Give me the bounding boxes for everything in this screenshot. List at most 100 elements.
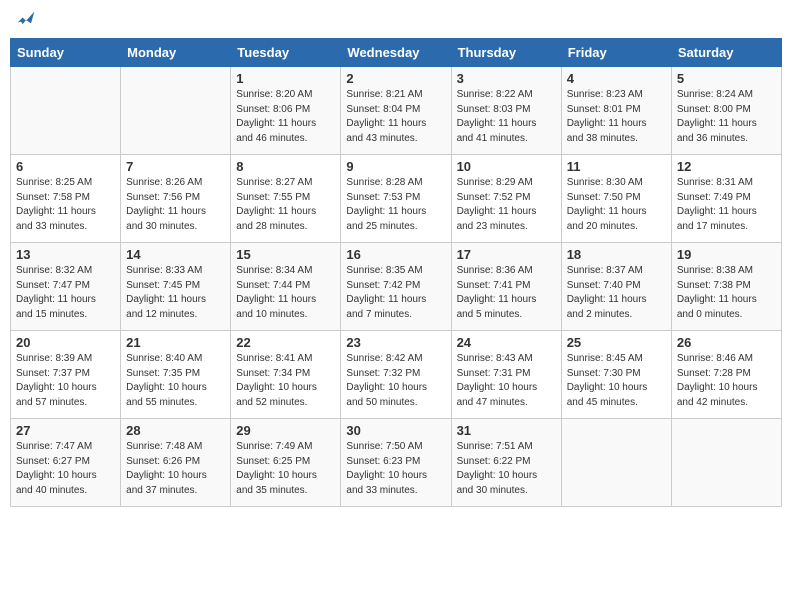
calendar-cell: 12 Sunrise: 8:31 AM Sunset: 7:49 PM Dayli… bbox=[671, 155, 781, 243]
calendar-cell: 13 Sunrise: 8:32 AM Sunset: 7:47 PM Dayli… bbox=[11, 243, 121, 331]
day-number: 23 bbox=[346, 335, 445, 350]
calendar-cell: 7 Sunrise: 8:26 AM Sunset: 7:56 PM Daylig… bbox=[121, 155, 231, 243]
calendar-cell: 3 Sunrise: 8:22 AM Sunset: 8:03 PM Daylig… bbox=[451, 67, 561, 155]
day-info: Sunrise: 8:46 AM Sunset: 7:28 PM Dayligh… bbox=[677, 352, 776, 410]
day-number: 11 bbox=[567, 159, 666, 174]
calendar-cell bbox=[671, 419, 781, 507]
day-number: 6 bbox=[16, 159, 115, 174]
day-info: Sunrise: 8:20 AM Sunset: 8:06 PM Dayligh… bbox=[236, 88, 335, 146]
day-info: Sunrise: 8:31 AM Sunset: 7:49 PM Dayligh… bbox=[677, 176, 776, 234]
day-number: 26 bbox=[677, 335, 776, 350]
day-info: Sunrise: 8:43 AM Sunset: 7:31 PM Dayligh… bbox=[457, 352, 556, 410]
day-number: 9 bbox=[346, 159, 445, 174]
day-info: Sunrise: 8:40 AM Sunset: 7:35 PM Dayligh… bbox=[126, 352, 225, 410]
weekday-header-sunday: Sunday bbox=[11, 39, 121, 67]
day-info: Sunrise: 8:24 AM Sunset: 8:00 PM Dayligh… bbox=[677, 88, 776, 146]
weekday-header-wednesday: Wednesday bbox=[341, 39, 451, 67]
day-number: 4 bbox=[567, 71, 666, 86]
day-number: 14 bbox=[126, 247, 225, 262]
calendar-cell bbox=[561, 419, 671, 507]
day-info: Sunrise: 8:39 AM Sunset: 7:37 PM Dayligh… bbox=[16, 352, 115, 410]
day-number: 21 bbox=[126, 335, 225, 350]
day-number: 22 bbox=[236, 335, 335, 350]
calendar-cell: 22 Sunrise: 8:41 AM Sunset: 7:34 PM Dayli… bbox=[231, 331, 341, 419]
day-info: Sunrise: 8:33 AM Sunset: 7:45 PM Dayligh… bbox=[126, 264, 225, 322]
day-number: 5 bbox=[677, 71, 776, 86]
day-info: Sunrise: 8:26 AM Sunset: 7:56 PM Dayligh… bbox=[126, 176, 225, 234]
day-number: 15 bbox=[236, 247, 335, 262]
day-info: Sunrise: 8:41 AM Sunset: 7:34 PM Dayligh… bbox=[236, 352, 335, 410]
day-number: 13 bbox=[16, 247, 115, 262]
weekday-header-thursday: Thursday bbox=[451, 39, 561, 67]
calendar-cell: 9 Sunrise: 8:28 AM Sunset: 7:53 PM Daylig… bbox=[341, 155, 451, 243]
calendar-cell: 1 Sunrise: 8:20 AM Sunset: 8:06 PM Daylig… bbox=[231, 67, 341, 155]
calendar-cell: 29 Sunrise: 7:49 AM Sunset: 6:25 PM Dayli… bbox=[231, 419, 341, 507]
day-number: 31 bbox=[457, 423, 556, 438]
day-info: Sunrise: 8:32 AM Sunset: 7:47 PM Dayligh… bbox=[16, 264, 115, 322]
day-number: 24 bbox=[457, 335, 556, 350]
calendar-cell: 26 Sunrise: 8:46 AM Sunset: 7:28 PM Dayli… bbox=[671, 331, 781, 419]
day-number: 18 bbox=[567, 247, 666, 262]
day-number: 3 bbox=[457, 71, 556, 86]
day-info: Sunrise: 8:29 AM Sunset: 7:52 PM Dayligh… bbox=[457, 176, 556, 234]
day-info: Sunrise: 7:49 AM Sunset: 6:25 PM Dayligh… bbox=[236, 440, 335, 498]
calendar-cell: 11 Sunrise: 8:30 AM Sunset: 7:50 PM Dayli… bbox=[561, 155, 671, 243]
weekday-header-monday: Monday bbox=[121, 39, 231, 67]
day-info: Sunrise: 8:23 AM Sunset: 8:01 PM Dayligh… bbox=[567, 88, 666, 146]
day-number: 8 bbox=[236, 159, 335, 174]
calendar-cell bbox=[11, 67, 121, 155]
day-number: 12 bbox=[677, 159, 776, 174]
day-info: Sunrise: 8:38 AM Sunset: 7:38 PM Dayligh… bbox=[677, 264, 776, 322]
calendar-cell: 21 Sunrise: 8:40 AM Sunset: 7:35 PM Dayli… bbox=[121, 331, 231, 419]
calendar-cell: 10 Sunrise: 8:29 AM Sunset: 7:52 PM Dayli… bbox=[451, 155, 561, 243]
day-number: 27 bbox=[16, 423, 115, 438]
day-number: 25 bbox=[567, 335, 666, 350]
day-info: Sunrise: 7:51 AM Sunset: 6:22 PM Dayligh… bbox=[457, 440, 556, 498]
day-info: Sunrise: 8:42 AM Sunset: 7:32 PM Dayligh… bbox=[346, 352, 445, 410]
calendar-cell: 17 Sunrise: 8:36 AM Sunset: 7:41 PM Dayli… bbox=[451, 243, 561, 331]
day-number: 16 bbox=[346, 247, 445, 262]
calendar-cell: 31 Sunrise: 7:51 AM Sunset: 6:22 PM Dayli… bbox=[451, 419, 561, 507]
calendar-cell: 20 Sunrise: 8:39 AM Sunset: 7:37 PM Dayli… bbox=[11, 331, 121, 419]
calendar-cell: 25 Sunrise: 8:45 AM Sunset: 7:30 PM Dayli… bbox=[561, 331, 671, 419]
calendar-cell: 19 Sunrise: 8:38 AM Sunset: 7:38 PM Dayli… bbox=[671, 243, 781, 331]
calendar-cell: 8 Sunrise: 8:27 AM Sunset: 7:55 PM Daylig… bbox=[231, 155, 341, 243]
calendar-cell: 24 Sunrise: 8:43 AM Sunset: 7:31 PM Dayli… bbox=[451, 331, 561, 419]
calendar-cell: 23 Sunrise: 8:42 AM Sunset: 7:32 PM Dayli… bbox=[341, 331, 451, 419]
day-info: Sunrise: 8:22 AM Sunset: 8:03 PM Dayligh… bbox=[457, 88, 556, 146]
day-info: Sunrise: 8:30 AM Sunset: 7:50 PM Dayligh… bbox=[567, 176, 666, 234]
day-number: 20 bbox=[16, 335, 115, 350]
calendar-cell: 4 Sunrise: 8:23 AM Sunset: 8:01 PM Daylig… bbox=[561, 67, 671, 155]
day-info: Sunrise: 7:48 AM Sunset: 6:26 PM Dayligh… bbox=[126, 440, 225, 498]
day-number: 19 bbox=[677, 247, 776, 262]
calendar-cell: 5 Sunrise: 8:24 AM Sunset: 8:00 PM Daylig… bbox=[671, 67, 781, 155]
day-info: Sunrise: 8:25 AM Sunset: 7:58 PM Dayligh… bbox=[16, 176, 115, 234]
day-number: 17 bbox=[457, 247, 556, 262]
calendar-cell bbox=[121, 67, 231, 155]
logo bbox=[14, 10, 36, 30]
weekday-header-tuesday: Tuesday bbox=[231, 39, 341, 67]
weekday-header-saturday: Saturday bbox=[671, 39, 781, 67]
day-number: 29 bbox=[236, 423, 335, 438]
calendar-cell: 15Sunrise: 8:34 AM Sunset: 7:44 PM Dayli… bbox=[231, 243, 341, 331]
day-number: 2 bbox=[346, 71, 445, 86]
day-info: Sunrise: 8:36 AM Sunset: 7:41 PM Dayligh… bbox=[457, 264, 556, 322]
day-number: 1 bbox=[236, 71, 335, 86]
calendar-table: SundayMondayTuesdayWednesdayThursdayFrid… bbox=[10, 38, 782, 507]
calendar-cell: 6 Sunrise: 8:25 AM Sunset: 7:58 PM Daylig… bbox=[11, 155, 121, 243]
calendar-cell: 28Sunrise: 7:48 AM Sunset: 6:26 PM Dayli… bbox=[121, 419, 231, 507]
calendar-cell: 18 Sunrise: 8:37 AM Sunset: 7:40 PM Dayli… bbox=[561, 243, 671, 331]
day-info: Sunrise: 8:28 AM Sunset: 7:53 PM Dayligh… bbox=[346, 176, 445, 234]
day-info: Sunrise: 7:47 AM Sunset: 6:27 PM Dayligh… bbox=[16, 440, 115, 498]
day-info: Sunrise: 8:35 AM Sunset: 7:42 PM Dayligh… bbox=[346, 264, 445, 322]
calendar-cell: 27 Sunrise: 7:47 AM Sunset: 6:27 PM Dayli… bbox=[11, 419, 121, 507]
calendar-cell: 16 Sunrise: 8:35 AM Sunset: 7:42 PM Dayli… bbox=[341, 243, 451, 331]
day-number: 7 bbox=[126, 159, 225, 174]
page-header bbox=[10, 10, 782, 30]
day-info: Sunrise: 8:37 AM Sunset: 7:40 PM Dayligh… bbox=[567, 264, 666, 322]
day-info: Sunrise: 8:21 AM Sunset: 8:04 PM Dayligh… bbox=[346, 88, 445, 146]
day-number: 10 bbox=[457, 159, 556, 174]
day-info: Sunrise: 8:27 AM Sunset: 7:55 PM Dayligh… bbox=[236, 176, 335, 234]
day-number: 30 bbox=[346, 423, 445, 438]
day-info: Sunrise: 8:45 AM Sunset: 7:30 PM Dayligh… bbox=[567, 352, 666, 410]
